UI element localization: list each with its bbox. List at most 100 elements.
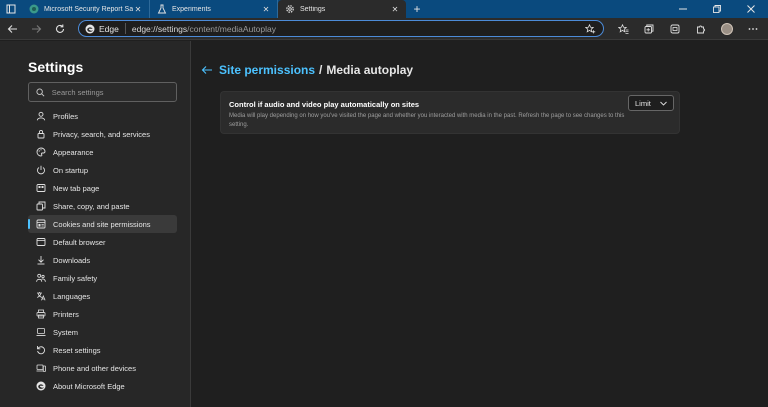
sidebar-item-languages[interactable]: Languages: [28, 287, 177, 305]
sidebar-item-label: Default browser: [53, 237, 106, 247]
media-autoplay-card: Control if audio and video play automati…: [220, 91, 680, 134]
sidebar-item-default-browser[interactable]: Default browser: [28, 233, 177, 251]
lock-icon: [36, 129, 46, 139]
setting-title: Control if audio and video play automati…: [229, 100, 420, 109]
toolbar: Edge edge://settings/content/mediaAutopl…: [0, 18, 768, 40]
sidebar-item-label: About Microsoft Edge: [53, 381, 125, 391]
language-icon: [36, 291, 46, 301]
gear-icon: [284, 4, 295, 15]
search-icon: [36, 88, 45, 97]
sidebar-item-new-tab-page[interactable]: New tab page: [28, 179, 177, 197]
sidebar-item-phone-devices[interactable]: Phone and other devices: [28, 359, 177, 377]
power-icon: [36, 165, 46, 175]
sidebar-item-on-startup[interactable]: On startup: [28, 161, 177, 179]
close-icon: [747, 5, 755, 13]
back-to-site-permissions-button[interactable]: [201, 65, 215, 75]
refresh-icon: [56, 24, 65, 33]
minimize-button[interactable]: [666, 0, 700, 18]
phone-icon: [36, 363, 46, 373]
profile-icon: [36, 111, 46, 121]
close-tab-icon[interactable]: ✕: [261, 5, 271, 14]
flask-icon: [156, 4, 167, 15]
collections-icon: [644, 24, 654, 33]
sidebar-item-printers[interactable]: Printers: [28, 305, 177, 323]
settings-and-more-button[interactable]: [740, 18, 766, 40]
address-divider: [124, 23, 126, 34]
sidebar-item-label: Family safety: [53, 273, 98, 283]
arrow-left-icon: [7, 24, 17, 33]
sidebar-item-label: Share, copy, and paste: [53, 201, 130, 211]
extensions-button[interactable]: [688, 18, 714, 40]
add-favorite-button[interactable]: [583, 23, 597, 34]
forward-button[interactable]: [24, 18, 48, 40]
download-icon: [36, 255, 46, 265]
tab-security-report[interactable]: Microsoft Security Report Says F ✕: [22, 0, 150, 18]
tab-label: Settings: [300, 5, 326, 13]
new-tab-button[interactable]: +: [406, 0, 428, 18]
palette-icon: [36, 147, 46, 157]
sidebar-item-reset-settings[interactable]: Reset settings: [28, 341, 177, 359]
autoplay-select[interactable]: Limit: [628, 95, 674, 111]
tab-label: Experiments: [172, 5, 211, 13]
breadcrumb-separator: /: [319, 63, 323, 77]
search-input[interactable]: [51, 87, 169, 97]
sidebar-item-downloads[interactable]: Downloads: [28, 251, 177, 269]
screenshot-button[interactable]: [662, 18, 688, 40]
restore-icon: [713, 5, 721, 13]
settings-sidebar: Settings Profiles Privacy, search, and s…: [0, 41, 191, 407]
screenshot-icon: [670, 24, 680, 33]
tab-experiments[interactable]: Experiments ✕: [150, 0, 278, 18]
sidebar-item-label: Reset settings: [53, 345, 101, 355]
collections-button[interactable]: [636, 18, 662, 40]
printer-icon: [36, 309, 46, 319]
profile-avatar-button[interactable]: [714, 18, 740, 40]
sidebar-item-privacy[interactable]: Privacy, search, and services: [28, 125, 177, 143]
edge-logo-icon: [85, 24, 95, 33]
tab-actions-icon: [6, 4, 16, 14]
edge-logo-icon: [36, 381, 46, 391]
sidebar-item-label: Languages: [53, 291, 91, 301]
system-icon: [36, 327, 46, 337]
sidebar-item-share-copy-paste[interactable]: Share, copy, and paste: [28, 197, 177, 215]
sidebar-item-label: Privacy, search, and services: [53, 129, 150, 139]
address-bar[interactable]: Edge edge://settings/content/mediaAutopl…: [78, 20, 604, 37]
sidebar-item-label: Cookies and site permissions: [53, 219, 151, 229]
sidebar-item-profiles[interactable]: Profiles: [28, 107, 177, 125]
sidebar-item-system[interactable]: System: [28, 323, 177, 341]
sidebar-item-about-edge[interactable]: About Microsoft Edge: [28, 377, 177, 395]
sidebar-item-label: On startup: [53, 165, 89, 175]
newtab-icon: [36, 183, 46, 193]
settings-menu: Profiles Privacy, search, and services A…: [28, 107, 177, 395]
site-brand-label: Edge: [99, 23, 119, 34]
sidebar-item-cookies-site-permissions[interactable]: Cookies and site permissions: [28, 215, 177, 233]
breadcrumb-site-permissions-link[interactable]: Site permissions: [219, 63, 315, 77]
family-icon: [36, 273, 46, 283]
edge-site-info[interactable]: Edge: [85, 24, 119, 34]
refresh-button[interactable]: [48, 18, 72, 40]
close-tab-icon[interactable]: ✕: [390, 5, 400, 14]
search-box[interactable]: [28, 82, 177, 102]
window-controls: [666, 0, 768, 18]
toolbar-actions: [610, 18, 766, 40]
sidebar-item-family-safety[interactable]: Family safety: [28, 269, 177, 287]
sidebar-item-appearance[interactable]: Appearance: [28, 143, 177, 161]
page-title: Media autoplay: [326, 63, 414, 77]
avatar: [721, 22, 733, 35]
puzzle-icon: [697, 25, 705, 33]
star-add-icon: [584, 23, 595, 33]
sidebar-item-label: Downloads: [53, 255, 91, 265]
browser-icon: [36, 237, 46, 247]
site-globe-icon: [28, 4, 39, 15]
url-host: edge://settings: [131, 23, 188, 34]
select-value: Limit: [635, 98, 651, 108]
favorites-button[interactable]: [610, 18, 636, 40]
restore-button[interactable]: [700, 0, 734, 18]
settings-content: Site permissions / Media autoplay Contro…: [192, 41, 768, 407]
back-button[interactable]: [0, 18, 24, 40]
tab-settings[interactable]: Settings ✕: [278, 0, 406, 18]
tab-actions-button[interactable]: [0, 0, 22, 18]
tab-strip: Microsoft Security Report Says F ✕ Exper…: [0, 0, 768, 18]
sidebar-item-label: New tab page: [53, 183, 100, 193]
close-window-button[interactable]: [734, 0, 768, 18]
close-tab-icon[interactable]: ✕: [133, 5, 143, 14]
